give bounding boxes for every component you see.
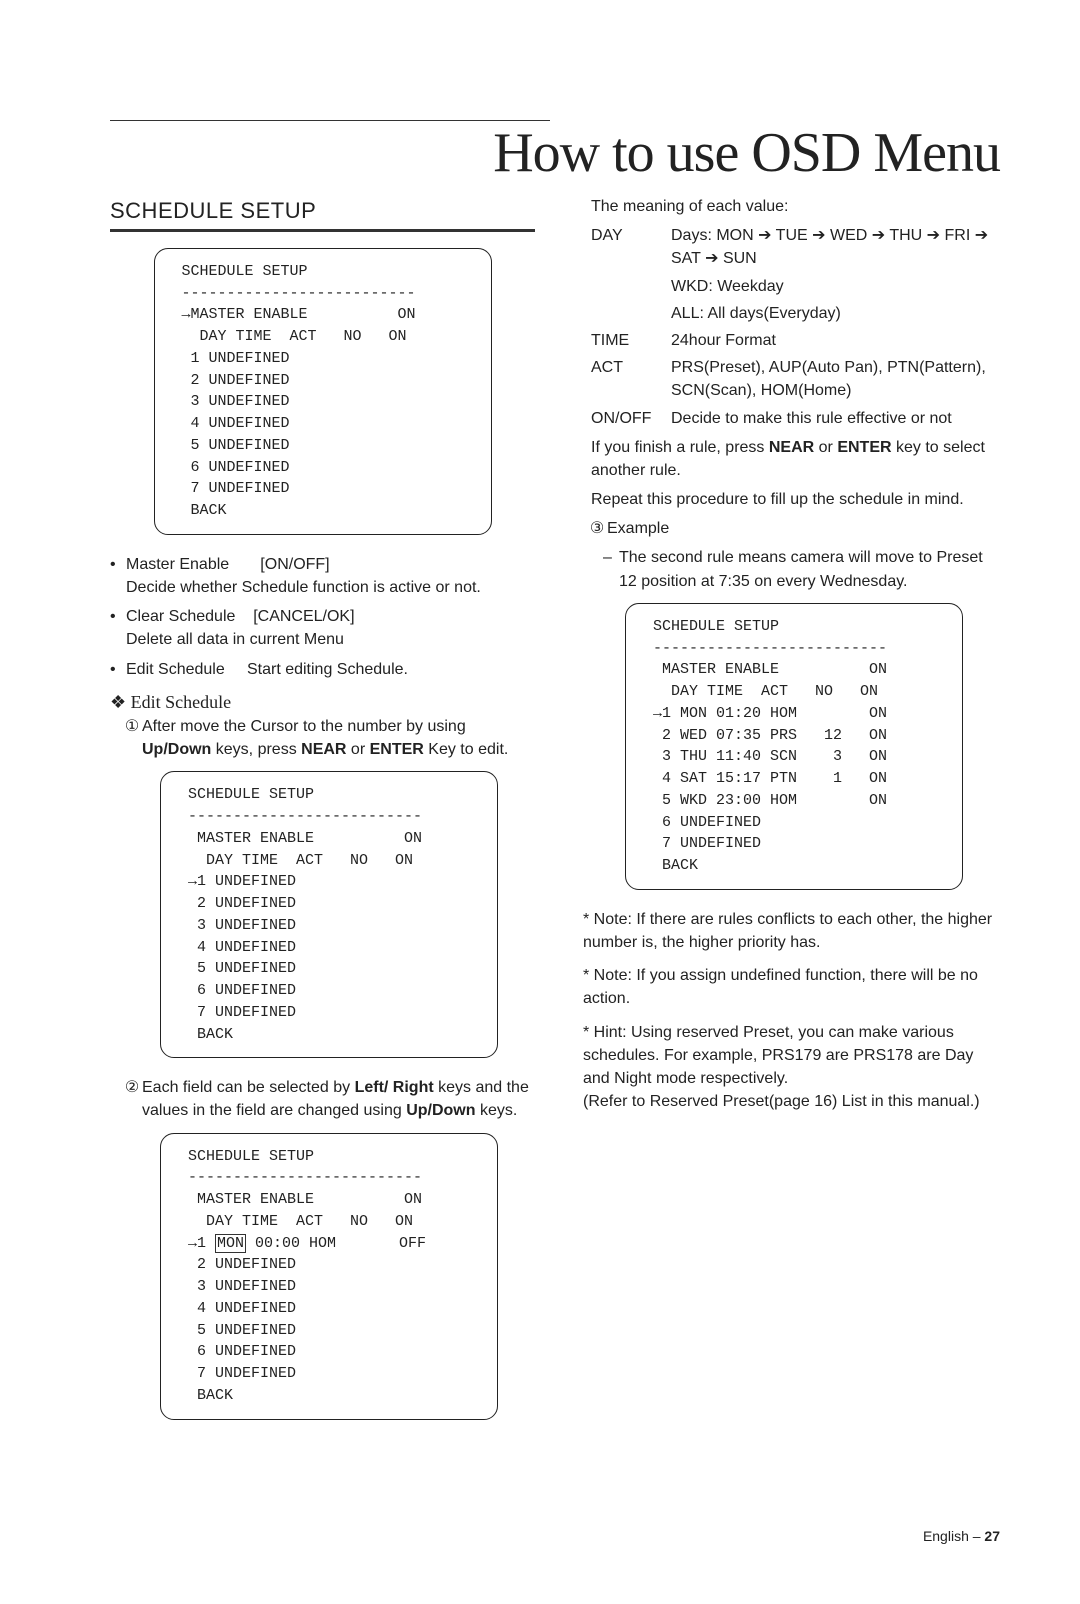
kv-onoff: ON/OFF Decide to make this rule effectiv… <box>591 407 1000 430</box>
osd-box-3: SCHEDULE SETUP -------------------------… <box>160 1133 498 1420</box>
kv-time: TIME 24hour Format <box>591 329 1000 352</box>
finish-rule: If you finish a rule, press NEAR or ENTE… <box>591 436 1000 482</box>
meaning-intro: The meaning of each value: <box>575 195 1000 218</box>
bullet-clear-schedule: Clear Schedule [CANCEL/OK] Delete all da… <box>110 605 535 651</box>
page-title: How to use OSD Menu <box>110 121 1000 185</box>
section-head: SCHEDULE SETUP <box>110 195 535 232</box>
right-column: The meaning of each value: DAY Days: MON… <box>575 195 1000 1438</box>
step3-num: ③ <box>589 517 605 540</box>
step2-num: ② <box>124 1076 140 1099</box>
bullet-master-enable: Master Enable [ON/OFF] Decide whether Sc… <box>110 553 535 599</box>
osd-box-2: SCHEDULE SETUP -------------------------… <box>160 771 498 1058</box>
kv-day: DAY Days: MON ➔ TUE ➔ WED ➔ THU ➔ FRI ➔ … <box>591 224 1000 270</box>
step-3: ③ Example <box>575 517 1000 540</box>
osd-box-1: SCHEDULE SETUP -------------------------… <box>154 248 492 535</box>
note-2: * Note: If you assign undefined function… <box>575 964 1000 1010</box>
repeat-note: Repeat this procedure to fill up the sch… <box>591 488 1000 511</box>
page-footer: English – 27 <box>110 1528 1000 1544</box>
example-desc: The second rule means camera will move t… <box>575 546 1000 592</box>
title-rule <box>110 120 550 121</box>
step1-num: ① <box>124 715 140 738</box>
left-column: SCHEDULE SETUP SCHEDULE SETUP ----------… <box>110 195 535 1438</box>
step-2: ② Each field can be selected by Left/ Ri… <box>110 1076 535 1122</box>
osd-box-4: SCHEDULE SETUP -------------------------… <box>625 603 963 890</box>
bullet-edit-schedule: Edit Schedule Start editing Schedule. <box>110 658 535 681</box>
note-1: * Note: If there are rules conflicts to … <box>575 908 1000 954</box>
note-3: * Hint: Using reserved Preset, you can m… <box>575 1021 1000 1114</box>
step-1: ① After move the Cursor to the number by… <box>110 715 535 761</box>
edit-schedule-head: ❖ Edit Schedule <box>110 689 535 715</box>
kv-act: ACT PRS(Preset), AUP(Auto Pan), PTN(Patt… <box>591 356 1000 402</box>
